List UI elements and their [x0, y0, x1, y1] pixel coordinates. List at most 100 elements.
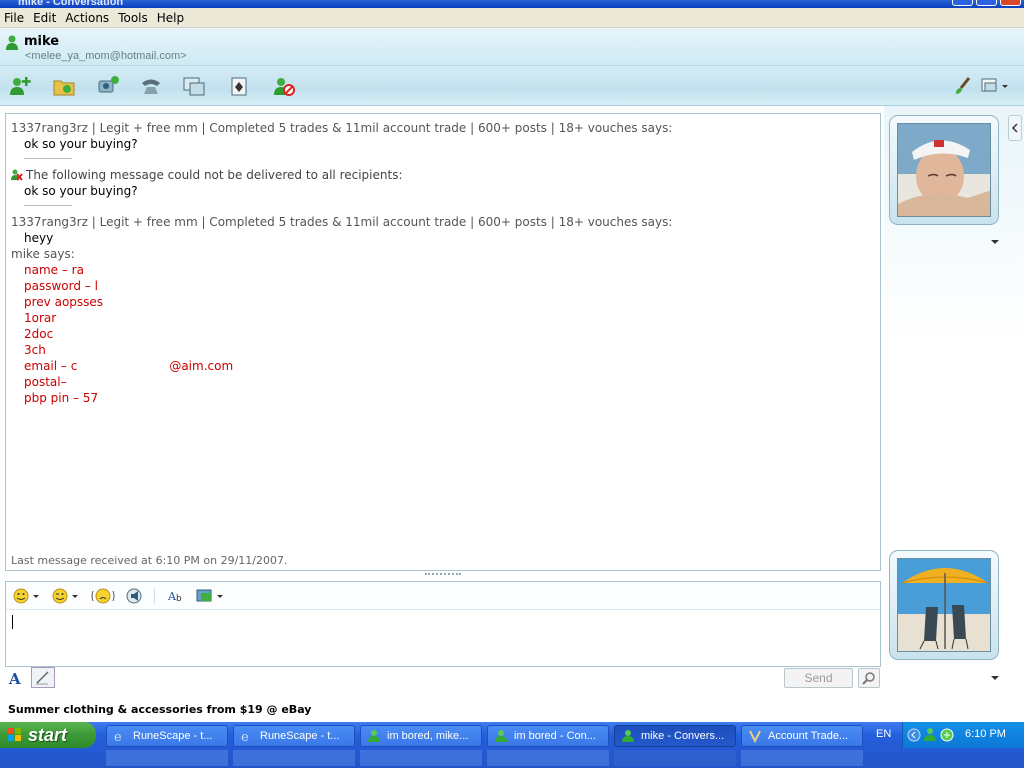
compose-toolbar: Ab — [6, 582, 880, 610]
user-display-picture[interactable] — [889, 550, 999, 660]
taskbar-item-label: im bored, mike... — [387, 730, 469, 742]
games-icon[interactable] — [228, 75, 252, 97]
pane-splitter[interactable] — [425, 573, 461, 577]
invite-contact-icon[interactable] — [8, 75, 32, 97]
show-hidden-icons-icon[interactable] — [907, 727, 921, 743]
delivery-warning: The following message could not be deliv… — [11, 167, 875, 183]
activities-icon[interactable] — [182, 75, 206, 97]
message-line: 1orar — [24, 311, 57, 325]
email-suffix: @aim.com — [169, 359, 234, 373]
message-divider — [24, 158, 72, 159]
taskbar-item-label: RuneScape - t... — [260, 730, 340, 742]
send-button[interactable]: Send — [784, 668, 853, 688]
emoticon-icon[interactable] — [12, 587, 40, 605]
menu-file[interactable]: File — [2, 11, 31, 25]
start-button[interactable]: start — [0, 722, 96, 748]
message-divider — [24, 205, 72, 206]
contact-avatar — [897, 123, 991, 217]
font-style-icon[interactable]: A — [9, 670, 27, 688]
taskbar-item[interactable]: Account Trade... — [741, 725, 863, 747]
message-line: pbp pin – 57 — [24, 391, 99, 405]
menu-help[interactable]: Help — [155, 11, 191, 25]
advertisement-banner[interactable]: Summer clothing & accessories from $19 @… — [0, 700, 1024, 722]
handwriting-toggle[interactable] — [31, 667, 55, 688]
font-icon[interactable]: Ab — [166, 587, 186, 605]
online-status-icon — [6, 35, 18, 50]
messenger-icon — [622, 730, 634, 742]
menu-tools[interactable]: Tools — [116, 11, 155, 25]
message-line: password – l — [24, 279, 98, 293]
ie-icon: e — [241, 730, 249, 743]
message-line: postal– — [24, 375, 67, 389]
message-sender: 1337rang3rz | Legit + free mm | Complete… — [11, 121, 673, 135]
advertisement-text[interactable]: Summer clothing & accessories from $19 @… — [8, 703, 311, 716]
taskbar-item[interactable]: im bored - Con... — [487, 725, 609, 747]
conversation-history[interactable]: 1337rang3rz | Legit + free mm | Complete… — [5, 113, 881, 571]
message-line: 2doc — [24, 327, 54, 341]
contact-name[interactable]: mike — [24, 34, 59, 49]
taskbar-item-label: Account Trade... — [768, 730, 849, 742]
undelivered-message-body: ok so your buying? — [24, 184, 138, 198]
last-message-status: Last message received at 6:10 PM on 29/1… — [11, 554, 288, 567]
paint-brush-icon[interactable] — [952, 77, 972, 95]
title-bar: mike - Conversation — [0, 0, 1024, 8]
message-input[interactable] — [12, 615, 13, 629]
system-tray: 6:10 PM — [902, 722, 1024, 748]
message-body: heyy — [24, 231, 54, 245]
messenger-icon — [368, 730, 380, 742]
svg-text:e: e — [114, 730, 122, 743]
menu-edit[interactable]: Edit — [31, 11, 63, 25]
taskbar-ghost-reflection — [106, 750, 863, 766]
contact-header: mike <melee_ya_mom@hotmail.com> — [0, 28, 1024, 66]
menu-bar: File Edit Actions Tools Help — [0, 8, 1024, 28]
wink-icon[interactable] — [51, 587, 79, 605]
message-line: prev aopsses — [24, 295, 104, 309]
user-picture-menu-arrow[interactable] — [991, 676, 999, 680]
user-avatar — [897, 558, 991, 652]
messenger-tray-icon[interactable] — [923, 727, 937, 743]
language-indicator[interactable]: EN — [876, 728, 891, 740]
redacted-region — [77, 360, 170, 370]
message-body: ok so your buying? — [24, 137, 138, 151]
start-label: start — [28, 725, 68, 745]
pen-icon — [36, 671, 49, 685]
minimize-button[interactable] — [952, 0, 973, 6]
phone-call-icon[interactable] — [139, 75, 163, 97]
nudge-icon[interactable] — [91, 587, 115, 605]
email-message-line: email – c @aim.com — [11, 358, 875, 374]
windows-logo-icon — [8, 728, 21, 741]
layout-menu-icon[interactable] — [980, 77, 1010, 95]
ie-icon: e — [114, 730, 122, 743]
taskbar-item[interactable]: im bored, mike... — [360, 725, 482, 747]
block-contact-icon[interactable] — [272, 75, 296, 97]
message-list: 1337rang3rz | Legit + free mm | Complete… — [11, 120, 875, 406]
toolbar-separator — [154, 588, 155, 604]
taskbar: start e RuneScape - t... e RuneScape - t… — [0, 722, 1024, 768]
message-line: 3ch — [24, 343, 46, 357]
display-picture-panel — [884, 106, 1024, 700]
video-call-icon[interactable] — [96, 75, 120, 97]
search-button[interactable] — [858, 668, 880, 688]
background-icon[interactable] — [195, 587, 225, 605]
contact-picture-menu-arrow[interactable] — [991, 240, 999, 244]
send-files-icon[interactable] — [52, 75, 76, 97]
taskbar-item-active[interactable]: mike - Convers... — [614, 725, 736, 747]
voice-clip-icon[interactable] — [124, 587, 144, 605]
network-tray-icon[interactable] — [939, 727, 955, 743]
message-sender: 1337rang3rz | Legit + free mm | Complete… — [11, 215, 673, 229]
collapse-panel-button[interactable] — [1008, 115, 1022, 141]
taskbar-item[interactable]: e RuneScape - t... — [233, 725, 355, 747]
maximize-button[interactable] — [976, 0, 997, 6]
runescape-icon — [749, 730, 761, 743]
messenger-icon — [495, 730, 507, 742]
taskbar-item-label: im bored - Con... — [514, 730, 596, 742]
window-title: mike - Conversation — [18, 0, 124, 8]
contact-display-picture[interactable] — [889, 115, 999, 225]
menu-actions[interactable]: Actions — [63, 11, 116, 25]
search-icon — [862, 672, 875, 685]
taskbar-item[interactable]: e RuneScape - t... — [106, 725, 228, 747]
close-button[interactable] — [1000, 0, 1021, 6]
taskbar-clock[interactable]: 6:10 PM — [965, 728, 1006, 740]
delivery-error-icon — [11, 169, 23, 181]
chevron-left-icon — [1011, 123, 1018, 133]
